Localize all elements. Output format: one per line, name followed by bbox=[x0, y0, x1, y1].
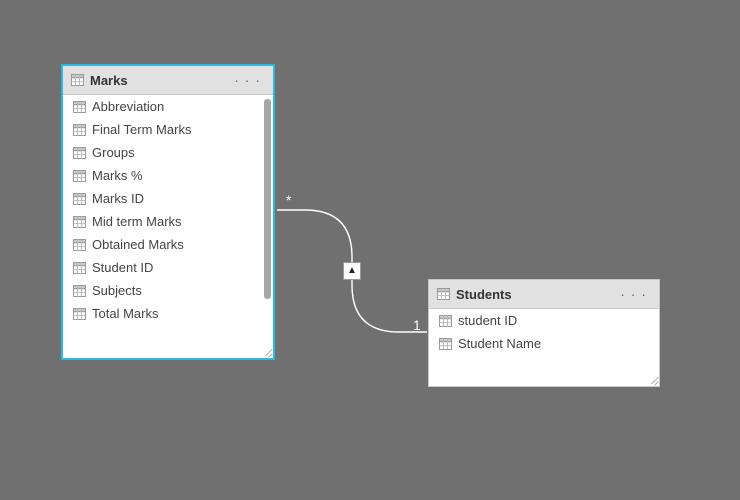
column-icon bbox=[73, 308, 86, 320]
field-label: Total Marks bbox=[92, 306, 158, 321]
column-icon bbox=[73, 147, 86, 159]
field-row[interactable]: student ID bbox=[429, 309, 659, 332]
table-title-marks: Marks bbox=[90, 73, 230, 88]
field-label: student ID bbox=[458, 313, 517, 328]
cardinality-many: * bbox=[286, 192, 292, 208]
cardinality-one: 1 bbox=[413, 317, 421, 333]
field-label: Obtained Marks bbox=[92, 237, 184, 252]
field-label: Abbreviation bbox=[92, 99, 164, 114]
field-label: Groups bbox=[92, 145, 135, 160]
field-label: Subjects bbox=[92, 283, 142, 298]
column-icon bbox=[73, 262, 86, 274]
field-label: Marks % bbox=[92, 168, 143, 183]
field-label: Student Name bbox=[458, 336, 541, 351]
scrollbar[interactable] bbox=[264, 99, 271, 299]
field-label: Mid term Marks bbox=[92, 214, 182, 229]
table-header-students[interactable]: Students · · · bbox=[429, 280, 659, 309]
table-card-marks[interactable]: Marks · · · Abbreviation Final Term Mark… bbox=[61, 64, 275, 360]
field-row[interactable]: Student ID bbox=[63, 256, 273, 279]
resize-handle[interactable] bbox=[646, 373, 658, 385]
field-row[interactable]: Total Marks bbox=[63, 302, 273, 325]
column-icon bbox=[73, 124, 86, 136]
column-icon bbox=[73, 193, 86, 205]
field-row[interactable]: Mid term Marks bbox=[63, 210, 273, 233]
table-card-students[interactable]: Students · · · student ID Student Name bbox=[428, 279, 660, 387]
field-row[interactable]: Abbreviation bbox=[63, 95, 273, 118]
field-label: Marks ID bbox=[92, 191, 144, 206]
field-row[interactable]: Final Term Marks bbox=[63, 118, 273, 141]
table-menu-marks[interactable]: · · · bbox=[230, 72, 265, 88]
table-body-students: student ID Student Name bbox=[429, 309, 659, 386]
field-row[interactable]: Subjects bbox=[63, 279, 273, 302]
table-title-students: Students bbox=[456, 287, 616, 302]
column-icon bbox=[439, 315, 452, 327]
column-icon bbox=[73, 239, 86, 251]
column-icon bbox=[73, 170, 86, 182]
table-menu-students[interactable]: · · · bbox=[616, 286, 651, 302]
field-row[interactable]: Obtained Marks bbox=[63, 233, 273, 256]
field-label: Final Term Marks bbox=[92, 122, 191, 137]
field-row[interactable]: Student Name bbox=[429, 332, 659, 355]
resize-handle[interactable] bbox=[260, 345, 272, 357]
filter-direction-icon[interactable]: ▲ bbox=[343, 262, 361, 280]
table-icon bbox=[437, 288, 450, 300]
field-label: Student ID bbox=[92, 260, 153, 275]
arrow-up-icon: ▲ bbox=[347, 266, 357, 276]
field-row[interactable]: Marks % bbox=[63, 164, 273, 187]
column-icon bbox=[73, 216, 86, 228]
field-row[interactable]: Marks ID bbox=[63, 187, 273, 210]
column-icon bbox=[73, 285, 86, 297]
column-icon bbox=[439, 338, 452, 350]
table-header-marks[interactable]: Marks · · · bbox=[63, 66, 273, 95]
table-icon bbox=[71, 74, 84, 86]
table-body-marks: Abbreviation Final Term Marks Groups Mar… bbox=[63, 95, 273, 358]
column-icon bbox=[73, 101, 86, 113]
field-row[interactable]: Groups bbox=[63, 141, 273, 164]
